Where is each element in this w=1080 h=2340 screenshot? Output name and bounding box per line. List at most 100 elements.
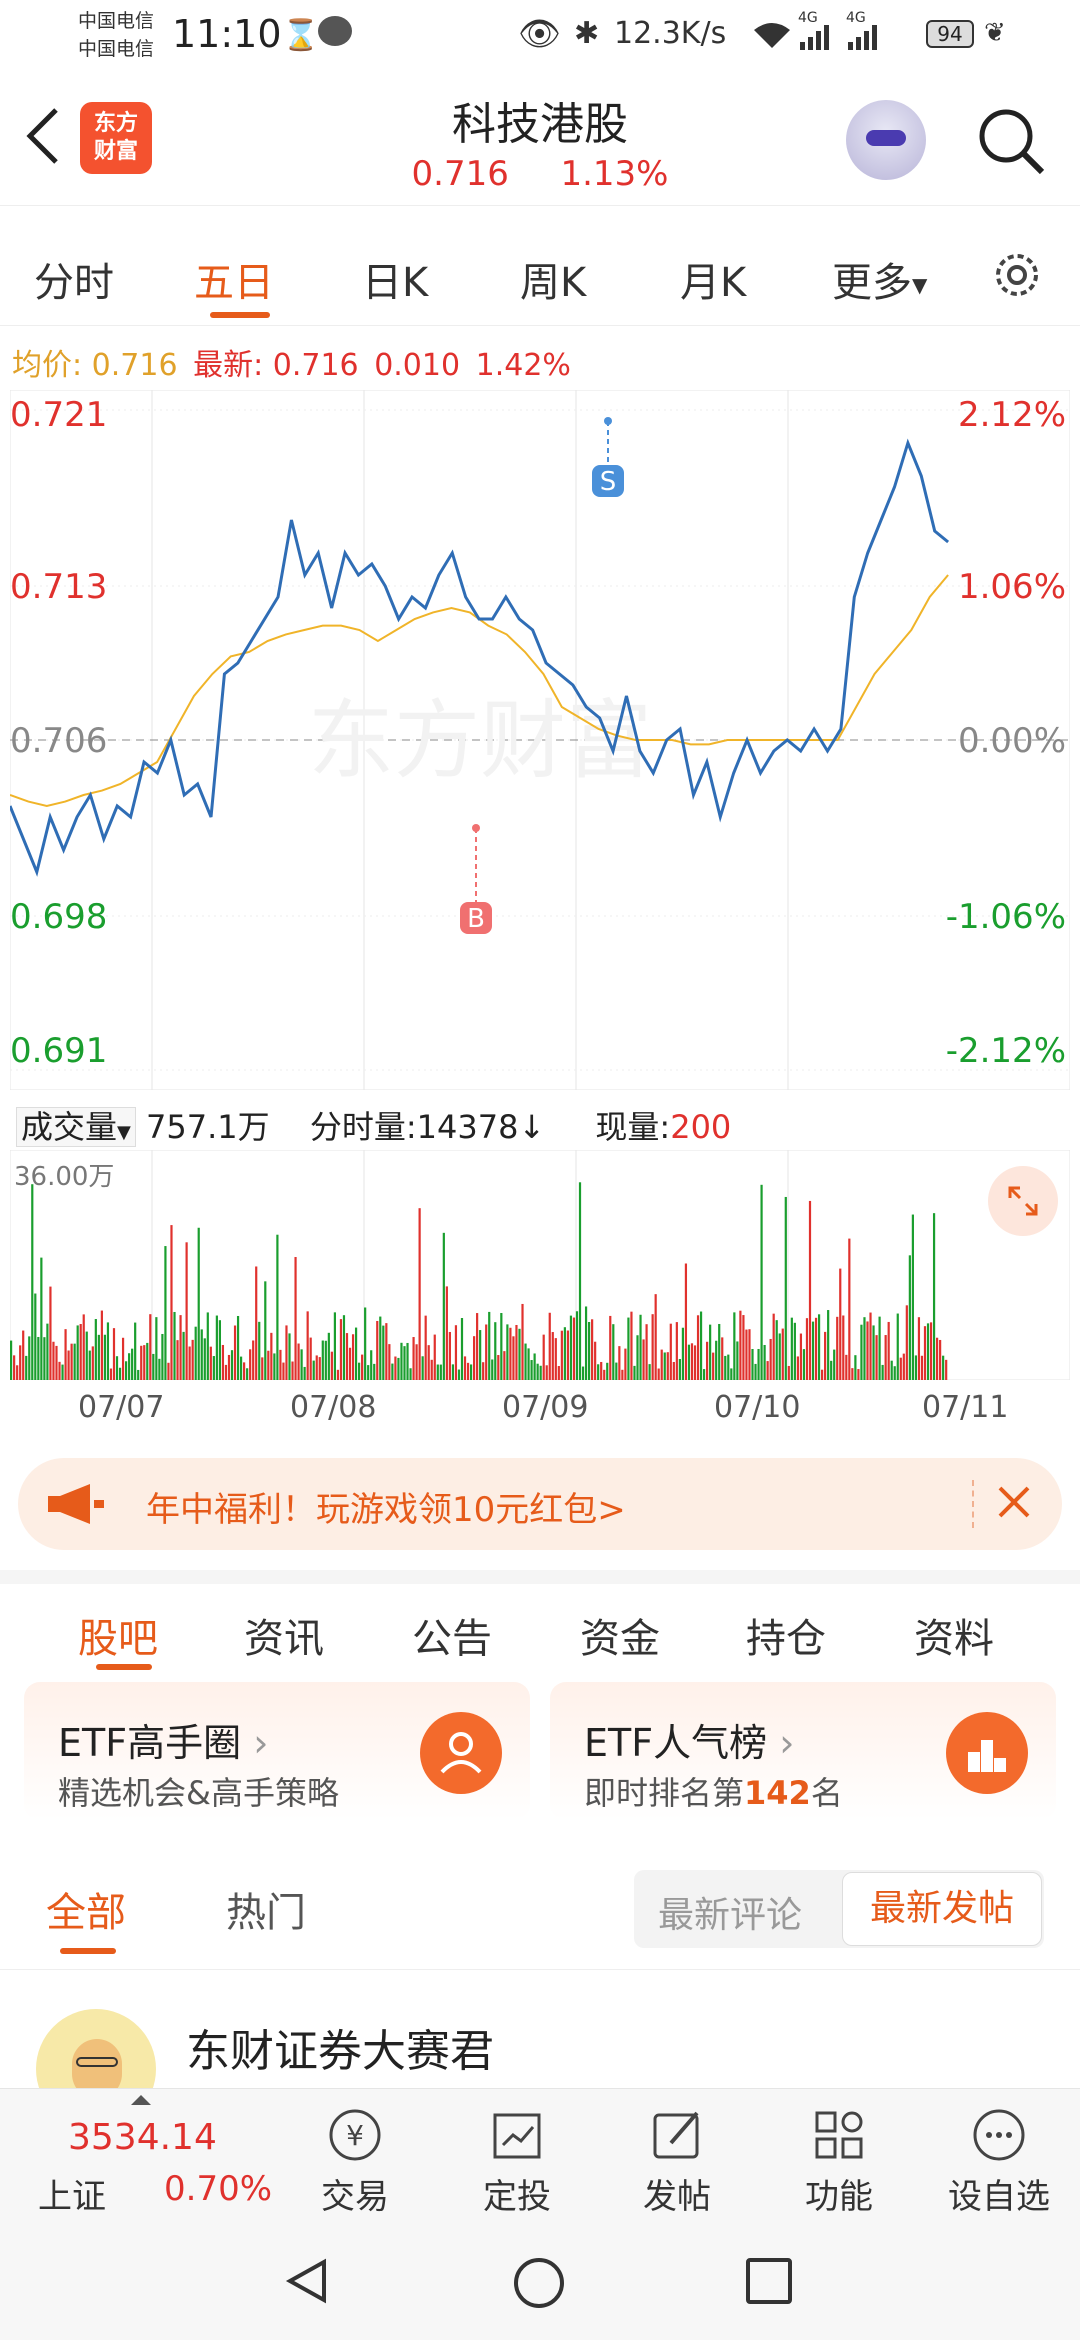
sort-latest-post[interactable]: 最新发帖 xyxy=(842,1872,1042,1946)
volume-bar xyxy=(594,1341,597,1380)
volume-bar xyxy=(702,1369,706,1380)
megaphone-icon xyxy=(46,1482,106,1530)
volume-bar xyxy=(218,1320,222,1380)
volume-chart[interactable] xyxy=(10,1150,1070,1380)
volume-selector[interactable]: 成交量▼ xyxy=(16,1107,136,1147)
volume-bar xyxy=(439,1364,442,1380)
volume-max-label: 36.00万 xyxy=(14,1162,115,1192)
nav-post[interactable]: 发帖 xyxy=(622,2089,732,2225)
volume-bar xyxy=(609,1315,612,1380)
nav-add-watchlist[interactable]: 设自选 xyxy=(944,2089,1054,2225)
volume-bar xyxy=(191,1339,194,1380)
volume-bar xyxy=(297,1343,300,1380)
volume-bar xyxy=(267,1350,270,1380)
volume-bar xyxy=(642,1339,645,1380)
price-chart[interactable]: 东方财富 0.721 0.713 0.706 0.698 0.691 2.12% 1.06% 0… xyxy=(10,390,1070,1090)
robot-avatar-icon[interactable] xyxy=(846,100,926,180)
etf-popularity-card[interactable]: ETF人气榜 › 即时排名第142名 xyxy=(550,1682,1056,1820)
volume-bar xyxy=(239,1356,243,1380)
index-value[interactable]: 3534.14 xyxy=(68,2117,217,2158)
volume-bar xyxy=(618,1346,621,1380)
tab-monthly-k[interactable]: 月K xyxy=(680,250,746,308)
sort-latest-comment[interactable]: 最新评论 xyxy=(658,1886,802,1938)
post-author[interactable]: 东财证券大赛君 xyxy=(186,2015,494,2079)
period-volume-value: 14378 xyxy=(416,1108,519,1146)
tab-guba[interactable]: 股吧 xyxy=(78,1606,158,1664)
volume-bar xyxy=(167,1362,170,1380)
volume-bar xyxy=(645,1324,648,1380)
nav-fixed-invest[interactable]: 定投 xyxy=(462,2089,572,2225)
post-item[interactable]: 东财证券大赛君 xyxy=(0,1985,1080,2129)
tab-profile[interactable]: 资料 xyxy=(914,1606,994,1664)
recents-square-icon[interactable] xyxy=(746,2258,792,2304)
tab-daily-k[interactable]: 日K xyxy=(362,250,428,308)
volume-bar xyxy=(388,1344,391,1380)
volume-bar xyxy=(373,1363,376,1380)
tab-five-day[interactable]: 五日 xyxy=(194,250,274,308)
volume-bar xyxy=(633,1365,636,1380)
volume-bar xyxy=(258,1321,261,1380)
volume-bar xyxy=(557,1366,560,1380)
latest-label: 最新: xyxy=(193,348,264,383)
volume-bar xyxy=(421,1356,424,1380)
battery-icon: 94 xyxy=(926,20,974,48)
volume-bar xyxy=(324,1340,327,1380)
nav-functions[interactable]: 功能 xyxy=(784,2089,894,2225)
price-info-line: 均价: 0.716 最新: 0.716 0.010 1.42% xyxy=(12,340,571,384)
tab-hot[interactable]: 热门 xyxy=(226,1880,306,1938)
volume-bar xyxy=(146,1342,149,1380)
volume-bar xyxy=(796,1356,799,1380)
volume-bar xyxy=(848,1238,851,1380)
volume-bar xyxy=(488,1311,491,1380)
tab-funds[interactable]: 资金 xyxy=(580,1606,660,1664)
volume-bar xyxy=(397,1357,400,1380)
index-name[interactable]: 上证 xyxy=(38,2169,106,2218)
tab-news[interactable]: 资讯 xyxy=(244,1606,324,1664)
nav-trade[interactable]: ¥ 交易 xyxy=(300,2089,410,2225)
y-tick-label: 0.698 xyxy=(10,897,107,937)
volume-bar xyxy=(79,1324,82,1380)
tab-announcement[interactable]: 公告 xyxy=(412,1606,492,1664)
volume-bar xyxy=(624,1348,627,1380)
active-tab-indicator xyxy=(60,1948,116,1954)
volume-bar xyxy=(857,1369,860,1380)
volume-bar xyxy=(612,1324,615,1380)
close-icon[interactable] xyxy=(992,1480,1036,1528)
volume-bar xyxy=(131,1348,134,1380)
volume-bar xyxy=(890,1360,893,1380)
grid-icon xyxy=(815,2111,863,2159)
etf-expert-card[interactable]: ETF高手圈 › 精选机会&高手策略 xyxy=(24,1682,530,1820)
volume-bar xyxy=(469,1364,473,1380)
volume-bar xyxy=(433,1334,436,1380)
volume-bar xyxy=(627,1317,630,1380)
volume-bar xyxy=(603,1369,606,1380)
settings-gear-icon[interactable] xyxy=(990,248,1044,306)
volume-bar xyxy=(584,1306,588,1380)
volume-bar xyxy=(336,1369,340,1380)
volume-bar xyxy=(118,1367,122,1380)
volume-bar xyxy=(878,1316,881,1380)
volume-bar xyxy=(666,1352,669,1380)
section-tabs: 股吧 资讯 公告 资金 持仓 资料 xyxy=(0,1570,1080,1670)
tab-more[interactable]: 更多▼ xyxy=(832,250,927,308)
volume-bar xyxy=(309,1337,312,1380)
index-change[interactable]: 0.70% xyxy=(164,2169,272,2209)
chart-calendar-icon xyxy=(493,2113,541,2159)
home-circle-icon[interactable] xyxy=(514,2258,564,2308)
tab-all[interactable]: 全部 xyxy=(46,1880,126,1938)
volume-bar xyxy=(209,1346,212,1380)
volume-bar xyxy=(863,1317,866,1380)
tab-intraday[interactable]: 分时 xyxy=(34,250,114,308)
volume-bar xyxy=(221,1344,225,1380)
search-icon[interactable] xyxy=(976,106,1046,180)
expand-icon[interactable] xyxy=(988,1166,1058,1236)
back-triangle-icon[interactable] xyxy=(282,2256,332,2310)
volume-bar xyxy=(243,1362,246,1380)
promo-banner[interactable]: 年中福利！玩游戏领10元红包> xyxy=(18,1458,1062,1550)
volume-bar xyxy=(706,1341,709,1380)
tab-holdings[interactable]: 持仓 xyxy=(746,1606,826,1664)
volume-bar xyxy=(391,1363,394,1380)
volume-bar xyxy=(917,1317,921,1380)
tab-weekly-k[interactable]: 周K xyxy=(520,250,586,308)
volume-label: 成交量 xyxy=(21,1108,118,1146)
